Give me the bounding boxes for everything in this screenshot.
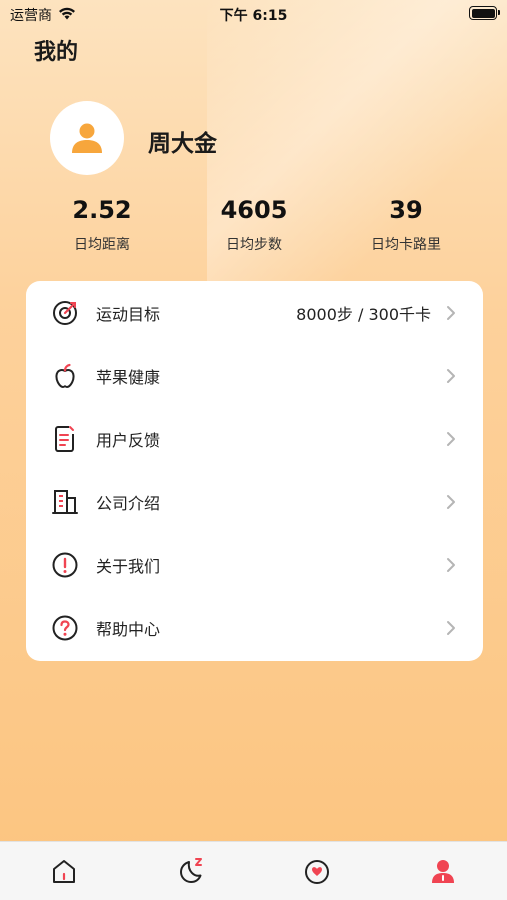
menu-item-label: 关于我们 [96, 556, 161, 576]
chevron-right-icon [443, 305, 459, 321]
tab-health[interactable] [302, 856, 332, 886]
status-bar: 运营商 下午 6:15 [0, 0, 507, 28]
stat-value: 39 [389, 196, 423, 224]
battery-icon [469, 6, 500, 20]
user-icon [72, 123, 102, 153]
stat-distance: 2.52 日均距离 [32, 196, 172, 254]
menu-item-label: 运动目标 [96, 304, 161, 324]
stat-value: 2.52 [72, 196, 132, 224]
menu-item-company[interactable]: 公司介绍 [26, 470, 483, 533]
menu-item-apple-health[interactable]: 苹果健康 [26, 344, 483, 407]
chevron-right-icon [443, 494, 459, 510]
stat-steps: 4605 日均步数 [184, 196, 324, 254]
stat-label: 日均卡路里 [371, 237, 441, 253]
tab-home[interactable] [49, 856, 79, 886]
stat-label: 日均距离 [74, 237, 130, 253]
tab-sleep[interactable] [176, 856, 206, 886]
stat-calories: 39 日均卡路里 [336, 196, 476, 254]
menu-item-help[interactable]: 帮助中心 [26, 596, 483, 659]
menu-item-about[interactable]: 关于我们 [26, 533, 483, 596]
chevron-right-icon [443, 620, 459, 636]
info-icon [50, 550, 80, 580]
menu-item-value: 8000步 / 300千卡 [296, 304, 431, 324]
chevron-right-icon [443, 368, 459, 384]
heart-icon [305, 860, 329, 884]
menu-card: 运动目标 8000步 / 300千卡 苹果健康 用户反馈 公司介绍 关于我们 帮… [26, 281, 483, 661]
home-icon [53, 860, 75, 883]
help-icon [50, 613, 80, 643]
stats-row: 2.52 日均距离 4605 日均步数 39 日均卡路里 [0, 196, 507, 258]
feedback-icon [50, 424, 80, 454]
sleep-icon [180, 858, 202, 883]
tab-profile[interactable] [428, 856, 458, 886]
menu-item-goal[interactable]: 运动目标 8000步 / 300千卡 [26, 281, 483, 344]
tab-bar [0, 841, 507, 900]
menu-item-feedback[interactable]: 用户反馈 [26, 407, 483, 470]
username: 周大金 [148, 131, 217, 157]
menu-item-label: 公司介绍 [96, 493, 161, 513]
chevron-right-icon [443, 557, 459, 573]
avatar[interactable] [50, 101, 124, 175]
profile-icon [432, 860, 454, 883]
stat-value: 4605 [220, 196, 288, 224]
status-time: 下午 6:15 [219, 8, 288, 24]
apple-icon [50, 361, 80, 391]
stat-label: 日均步数 [226, 237, 282, 253]
menu-item-label: 帮助中心 [96, 619, 161, 639]
building-icon [50, 487, 80, 517]
menu-item-label: 苹果健康 [96, 367, 161, 387]
chevron-right-icon [443, 431, 459, 447]
menu-item-label: 用户反馈 [96, 430, 161, 450]
page-title: 我的 [34, 40, 79, 65]
target-icon [50, 298, 80, 328]
